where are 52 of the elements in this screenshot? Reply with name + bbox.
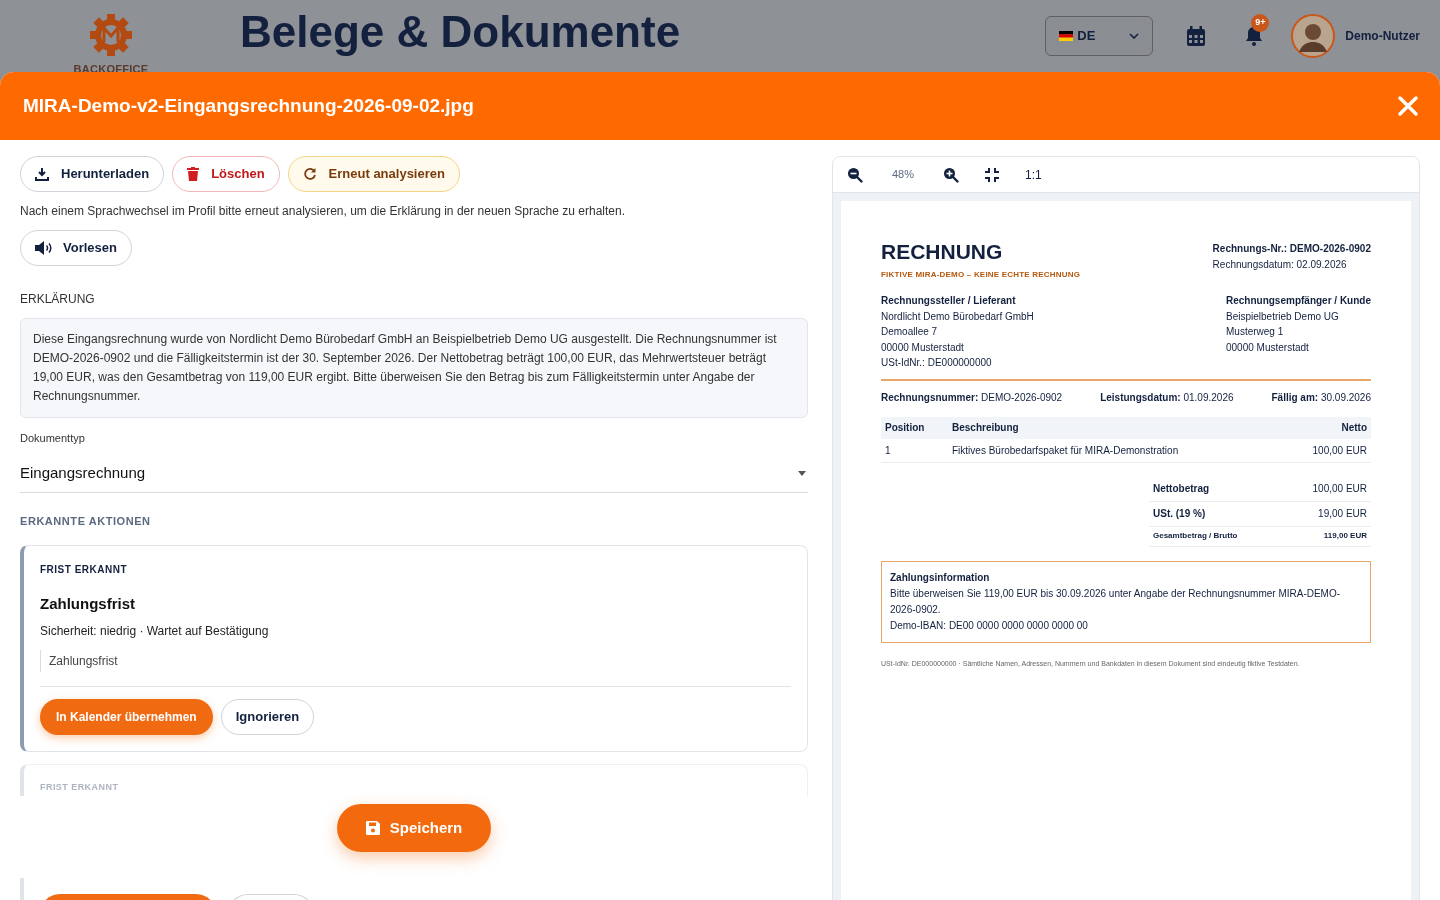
zoom-level: 48% [891,167,915,183]
column-header: Beschreibung [952,421,1020,436]
delete-button[interactable]: Löschen [172,156,280,192]
party-heading: Rechnungsempfänger / Kunde [1226,294,1371,309]
address-line: Musterweg 1 [1226,325,1285,340]
meta-text: Leistungsdatum: 01.09.2026 [1100,390,1234,405]
meta-text: Rechnungsnummer: DEMO-2026-0902 [881,390,1063,405]
table-cell-text: Fiktives Bürobedarfspaket für MIRA-Demonstration [952,443,1180,458]
total-label: USt. (19 %) [1153,507,1206,522]
invoice-number: Rechnungs-Nr.: DEMO-2026-0902 [1212,242,1371,256]
total-label: Gesamtbetrag / Brutto [1153,530,1238,543]
hint-text: Nach einem Sprachwechsel im Profil bitte erneut analysieren, um die Erklärung in der neuen Sprache zu erhalten. [20,203,626,220]
table-cell-text: 1 [885,443,892,458]
explanation-text: Diese Eingangsrechnung wurde von Nordlicht Demo Bürobedarf GmbH an Beispielbetrieb Demo UG ausgestellt. Die Rechnungsnummer ist DEMO-2026-0902 und die Fälligkeitstermin ist der 30. September 2026. Der Nettobetrag beträgt 100,00 EUR, das Mehrwertsteuer beträgt 19,00 EUR, was den Gesamtbetrag von 119,00 EUR ergibt. Bitte überweisen Sie den Betrag bis zum Fälligkeitstermin unter Angabe der Rechnungsnummer. [20,318,808,418]
address-line: Beispielbetrieb Demo UG [1226,309,1340,324]
address-line: Nordlicht Demo Bürobedarf GmbH [881,309,1034,324]
document-subtitle: FIKTIVE MIRA-DEMO – KEINE ECHTE RECHNUNG [881,269,1081,282]
actual-size-button[interactable]: 1:1 [1019,165,1048,184]
total-value: 19,00 EUR [1318,507,1367,522]
reanalyze-button[interactable]: Erneut analysieren [287,156,460,192]
meta-text: Fällig am: 30.09.2026 [1271,390,1371,405]
document-title: RECHNUNG [881,239,1004,265]
language-select[interactable]: DE [1045,16,1154,56]
total-value: 100,00 EUR [1312,482,1367,497]
card-meta: Sicherheit: niedrig · Wartet auf Bestätigung [40,622,270,640]
address-line: 00000 Musterstadt [881,340,965,355]
document-type-select[interactable]: Eingangsrechnung [20,454,808,493]
total-value: 119,00 EUR [1323,530,1367,543]
card-detail: Zahlungsfrist [40,649,791,672]
field-label: Dokumenttyp [20,431,86,446]
total-label: Nettobetrag [1153,482,1210,497]
section-label: ERKLÄRUNG [20,291,96,308]
table-cell-text: 100,00 EUR [1312,443,1367,458]
notification-badge: 9+ [1251,14,1270,32]
column-header: Position [885,421,926,436]
download-button[interactable]: Herunterladen [20,156,165,192]
card-title: Zahlungsfrist [40,594,136,614]
address-line: Demoallee 7 [881,325,939,340]
payment-text: Demo-IBAN: DE00 0000 0000 0000 0000 00 [890,618,1089,633]
invoice-date: Rechnungsdatum: 02.09.2026 [1212,258,1348,272]
page-title: Belege & Dokumente [240,6,681,54]
user-name: Demo-Nutzer [1345,28,1420,45]
payment-heading: Zahlungsinformation [890,570,991,585]
party-heading: Rechnungssteller / Lieferant [881,294,1017,309]
modal-title: MIRA-Demo-v2-Eingangsrechnung-2026-09-02.jpg [23,93,474,118]
address-line: 00000 Musterstadt [1226,340,1310,355]
column-header: Netto [1341,421,1367,436]
card-type-label: FRIST ERKANNT [40,563,129,577]
payment-text: Bitte überweisen Sie 119,00 EUR bis 30.09.2026 unter Angabe der Rechnungsnummer MIRA-DEMO-2026-0902. [890,586,1342,617]
card-type-label: FRIST ERKANNT [40,780,120,794]
address-line: USt-IdNr.: DE000000000 [881,356,993,371]
section-heading: ERKANNTE AKTIONEN [20,513,152,529]
